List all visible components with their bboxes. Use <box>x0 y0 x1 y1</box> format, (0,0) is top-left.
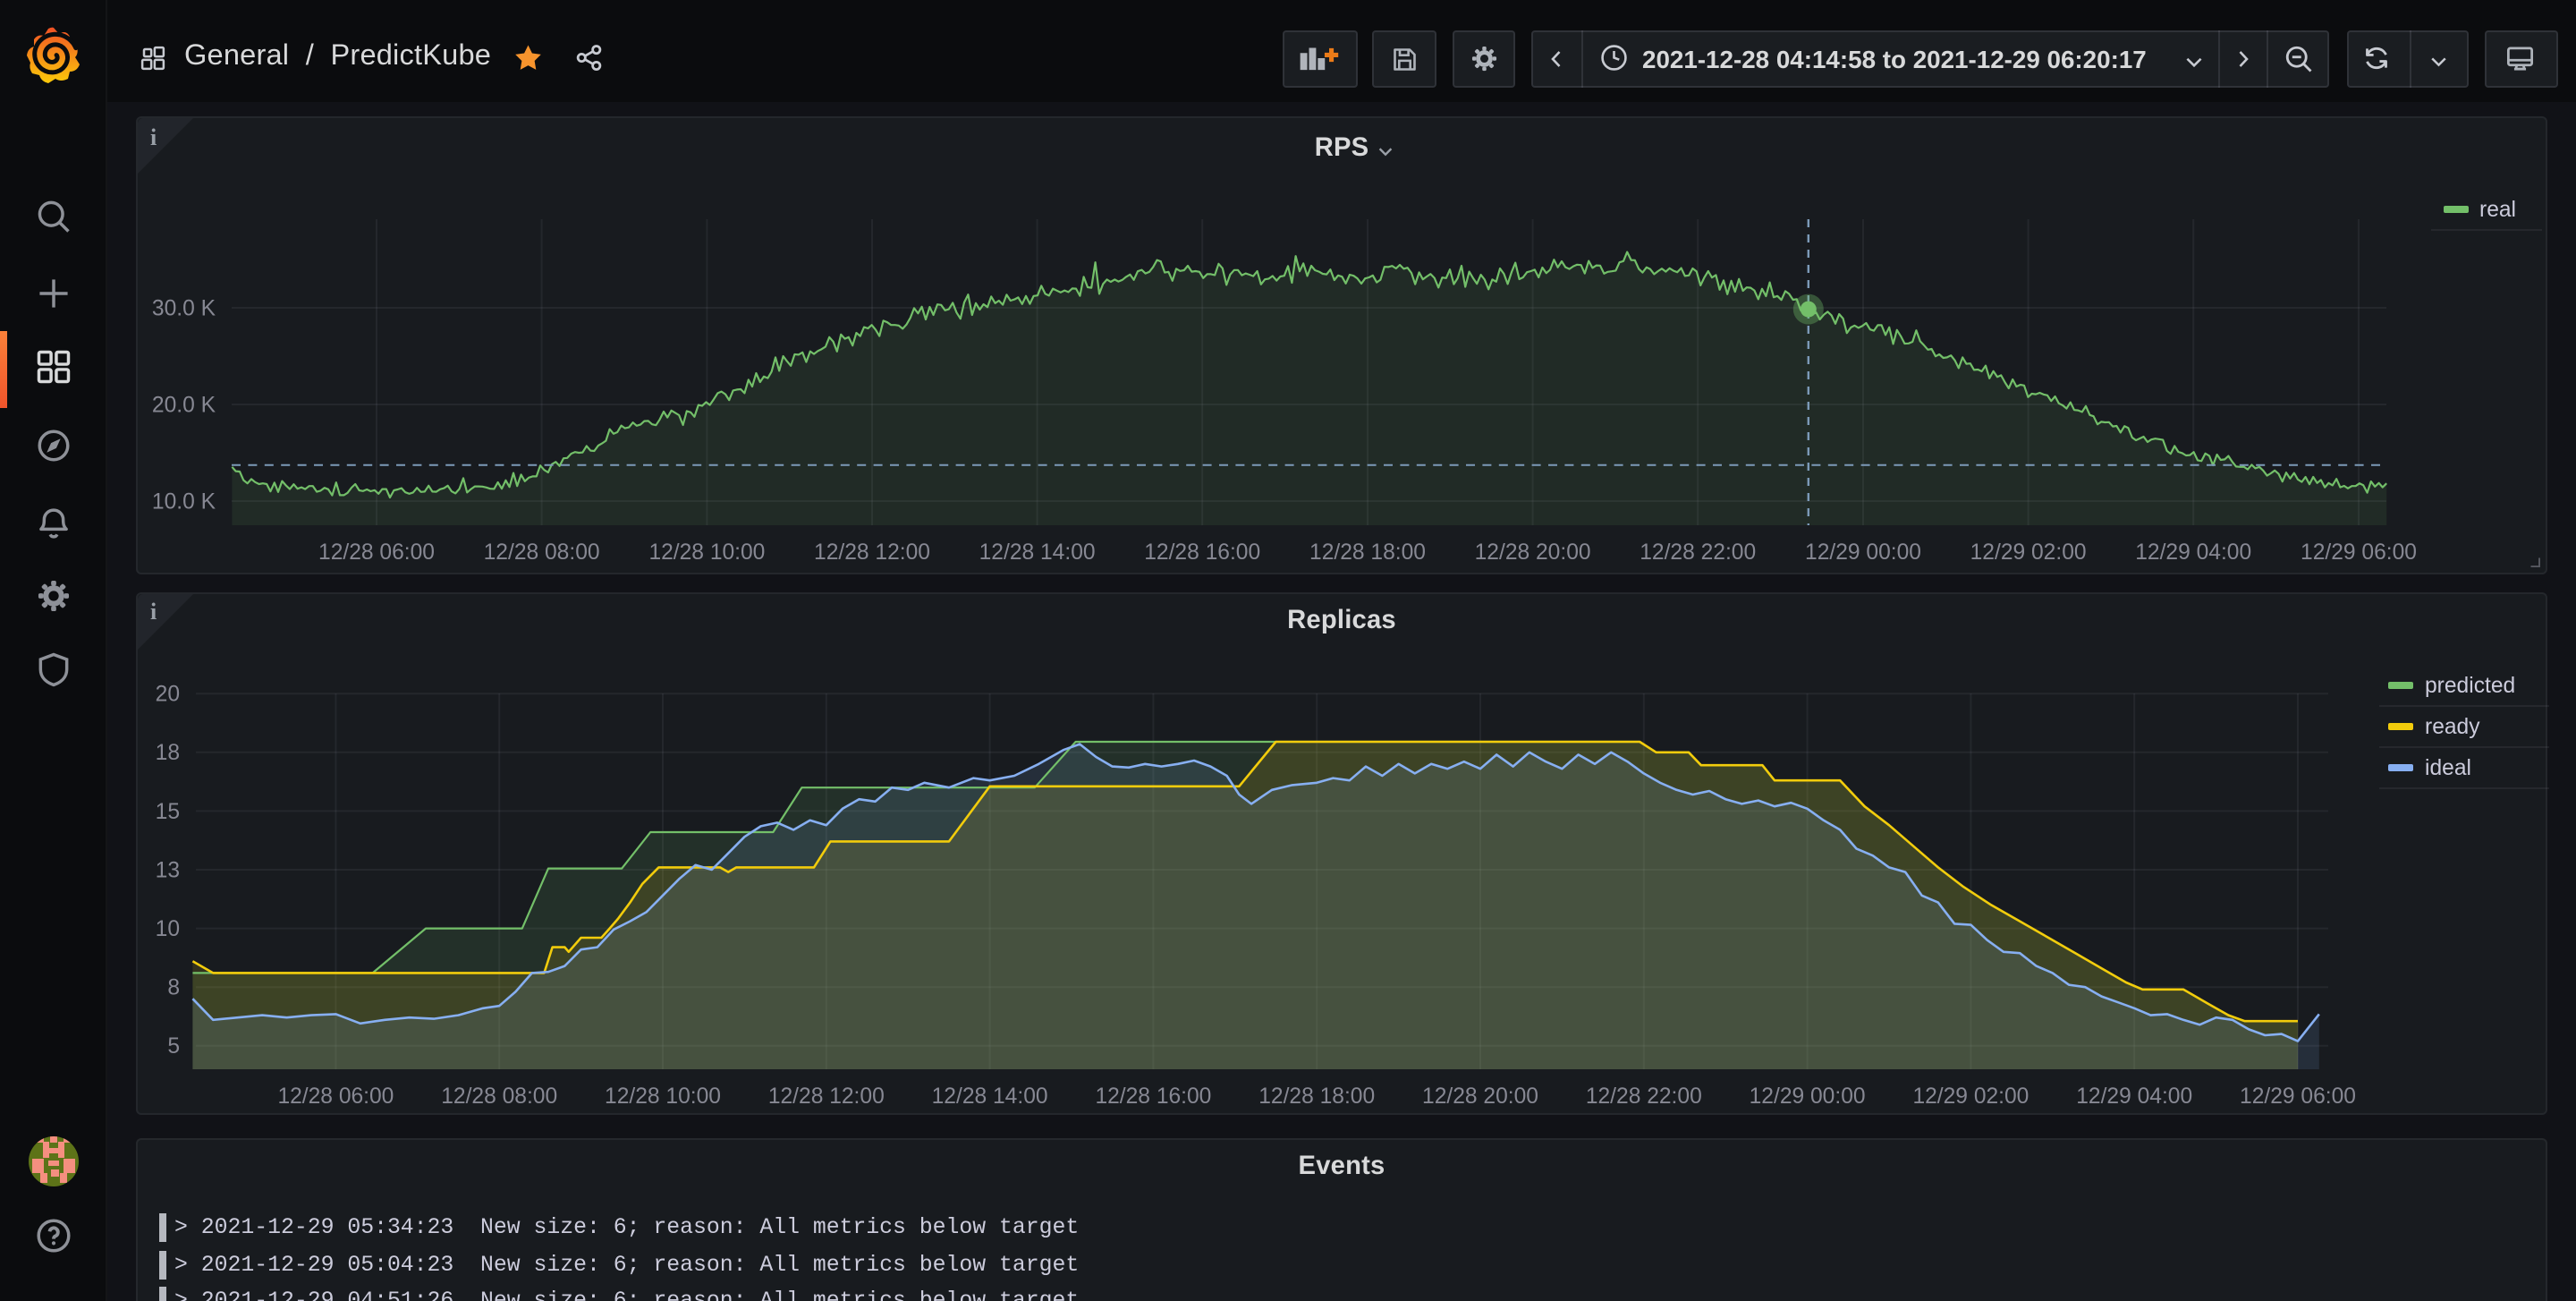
svg-text:12/28 10:00: 12/28 10:00 <box>648 540 765 565</box>
svg-text:12/28 06:00: 12/28 06:00 <box>318 540 435 565</box>
svg-text:20: 20 <box>156 682 180 706</box>
svg-text:10: 10 <box>156 916 180 940</box>
svg-text:12/28 16:00: 12/28 16:00 <box>1144 540 1260 565</box>
svg-text:12/29 06:00: 12/29 06:00 <box>2240 1084 2356 1108</box>
svg-text:12/29 02:00: 12/29 02:00 <box>1970 540 2087 565</box>
svg-text:12/28 08:00: 12/28 08:00 <box>441 1084 557 1108</box>
svg-text:12/28 20:00: 12/28 20:00 <box>1422 1084 1538 1108</box>
svg-text:12/28 18:00: 12/28 18:00 <box>1309 540 1426 565</box>
svg-text:12/28 20:00: 12/28 20:00 <box>1475 540 1591 565</box>
svg-text:12/28 22:00: 12/28 22:00 <box>1640 540 1756 565</box>
svg-text:8: 8 <box>167 975 180 999</box>
svg-text:12/29 02:00: 12/29 02:00 <box>1912 1084 2029 1108</box>
svg-text:12/28 14:00: 12/28 14:00 <box>979 540 1096 565</box>
svg-text:10.0 K: 10.0 K <box>152 489 216 514</box>
svg-text:12/28 08:00: 12/28 08:00 <box>484 540 600 565</box>
svg-text:12/29 06:00: 12/29 06:00 <box>2301 540 2417 565</box>
svg-text:12/28 18:00: 12/28 18:00 <box>1258 1084 1375 1108</box>
svg-text:12/28 12:00: 12/28 12:00 <box>814 540 930 565</box>
svg-text:12/28 10:00: 12/28 10:00 <box>605 1084 721 1108</box>
svg-text:12/28 16:00: 12/28 16:00 <box>1095 1084 1211 1108</box>
svg-text:12/29 04:00: 12/29 04:00 <box>2135 540 2251 565</box>
svg-text:15: 15 <box>156 799 180 823</box>
svg-text:30.0 K: 30.0 K <box>152 296 216 320</box>
svg-text:20.0 K: 20.0 K <box>152 393 216 417</box>
svg-text:18: 18 <box>156 740 180 764</box>
svg-text:12/29 00:00: 12/29 00:00 <box>1805 540 1921 565</box>
svg-text:12/28 12:00: 12/28 12:00 <box>768 1084 885 1108</box>
svg-text:12/28 06:00: 12/28 06:00 <box>277 1084 394 1108</box>
svg-text:12/29 00:00: 12/29 00:00 <box>1750 1084 1866 1108</box>
svg-text:5: 5 <box>167 1033 180 1058</box>
svg-text:12/28 14:00: 12/28 14:00 <box>932 1084 1048 1108</box>
svg-text:13: 13 <box>156 857 180 881</box>
svg-text:12/29 04:00: 12/29 04:00 <box>2076 1084 2192 1108</box>
svg-text:12/28 22:00: 12/28 22:00 <box>1586 1084 1702 1108</box>
